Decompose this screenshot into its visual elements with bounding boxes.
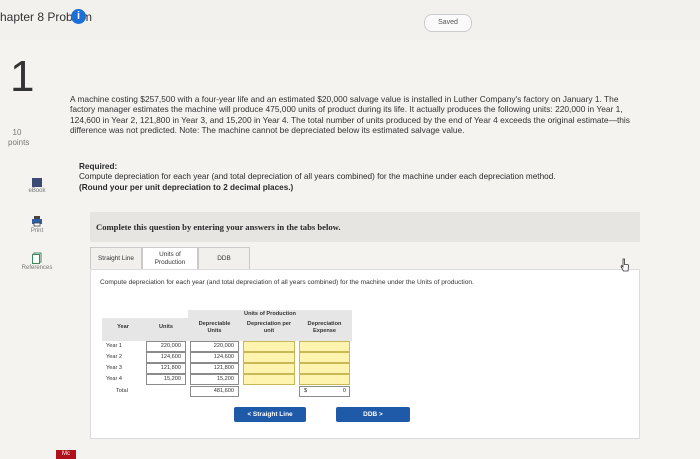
problem-text: A machine costing $257,500 with a four-y…: [70, 94, 630, 136]
tab-units-of-production[interactable]: Units of Production: [142, 247, 198, 270]
row-year: Year 1: [106, 343, 122, 349]
required-title: Required:: [79, 162, 118, 171]
print-icon: [31, 215, 43, 227]
instructions-banner: Complete this question by entering your …: [90, 212, 640, 242]
info-icon[interactable]: i: [71, 9, 86, 24]
next-tab-button[interactable]: DDB >: [336, 407, 410, 422]
depreciable-units-input-year-3[interactable]: 121,800: [190, 363, 239, 374]
col-header-label: Depreciation Expense: [307, 321, 342, 334]
points-indicator: 10 points: [8, 128, 30, 148]
units-input-year-2[interactable]: 124,600: [146, 352, 186, 363]
tab-straight-line[interactable]: Straight Line: [90, 247, 142, 270]
total-expense-field: $ 0: [299, 386, 350, 397]
required-section: Required: Compute depreciation for each …: [79, 162, 639, 193]
total-label: Total: [116, 388, 128, 394]
units-input-year-3[interactable]: 121,800: [146, 363, 186, 374]
row-year: Year 4: [106, 376, 122, 382]
row-year: Year 3: [106, 365, 122, 371]
sidebar-item-label: Print: [30, 228, 44, 234]
top-bar: [0, 0, 700, 40]
tab-label: DDB: [217, 255, 231, 262]
expense-input-year-1[interactable]: [299, 341, 350, 352]
row-year: Year 2: [106, 354, 122, 360]
depreciable-units-input-year-1[interactable]: 220,000: [190, 341, 239, 352]
total-depreciable-units: 481,600: [190, 386, 239, 397]
expense-input-year-2[interactable]: [299, 352, 350, 363]
tab-ddb[interactable]: DDB: [198, 247, 250, 270]
required-line1: Compute depreciation for each year (and …: [79, 172, 556, 182]
tab-label: Units of Production: [154, 251, 186, 266]
tab-label: Straight Line: [98, 255, 134, 262]
sidebar-item-label: References: [21, 265, 53, 271]
per-unit-input-year-2[interactable]: [243, 352, 295, 363]
col-header-depreciable-units: Depreciable Units: [188, 318, 241, 341]
per-unit-input-year-4[interactable]: [243, 374, 295, 385]
publisher-logo: Mc: [56, 450, 76, 459]
col-header-per-unit: Depreciation per unit: [241, 318, 297, 341]
prev-tab-button[interactable]: < Straight Line: [234, 407, 306, 422]
depreciable-units-input-year-2[interactable]: 124,600: [190, 352, 239, 363]
cursor-icon: [620, 258, 630, 272]
points-value: 10: [12, 128, 22, 137]
sidebar-item-print[interactable]: Print: [12, 215, 62, 234]
units-input-year-4[interactable]: 15,200: [146, 374, 186, 385]
depreciable-units-input-year-4[interactable]: 15,200: [190, 374, 239, 385]
per-unit-input-year-3[interactable]: [243, 363, 295, 374]
col-header-label: Depreciation per unit: [246, 321, 292, 334]
total-expense-value: 0: [342, 388, 346, 394]
sidebar-item-ebook[interactable]: eBook: [12, 178, 62, 194]
units-input-year-1[interactable]: 220,000: [146, 341, 186, 352]
panel-instruction: Compute depreciation for each year (and …: [100, 279, 474, 286]
expense-input-year-4[interactable]: [299, 374, 350, 385]
expense-input-year-3[interactable]: [299, 363, 350, 374]
col-header-expense: Depreciation Expense: [297, 318, 352, 341]
col-header-label: Depreciable Units: [198, 321, 231, 334]
col-header-year: Year: [102, 318, 144, 341]
currency-symbol: $: [304, 388, 308, 394]
table-group-header: Units of Production: [188, 310, 352, 318]
points-label: points: [8, 138, 30, 147]
sidebar-item-label: eBook: [28, 188, 46, 194]
book-icon: [32, 178, 42, 187]
sidebar-item-references[interactable]: References: [12, 252, 62, 271]
required-line2: (Round your per unit depreciation to 2 d…: [79, 182, 294, 192]
per-unit-input-year-1[interactable]: [243, 341, 295, 352]
references-icon: [31, 252, 43, 264]
saved-badge: Saved: [424, 14, 472, 32]
col-header-units: Units: [144, 318, 188, 341]
question-number: 1: [10, 52, 35, 101]
